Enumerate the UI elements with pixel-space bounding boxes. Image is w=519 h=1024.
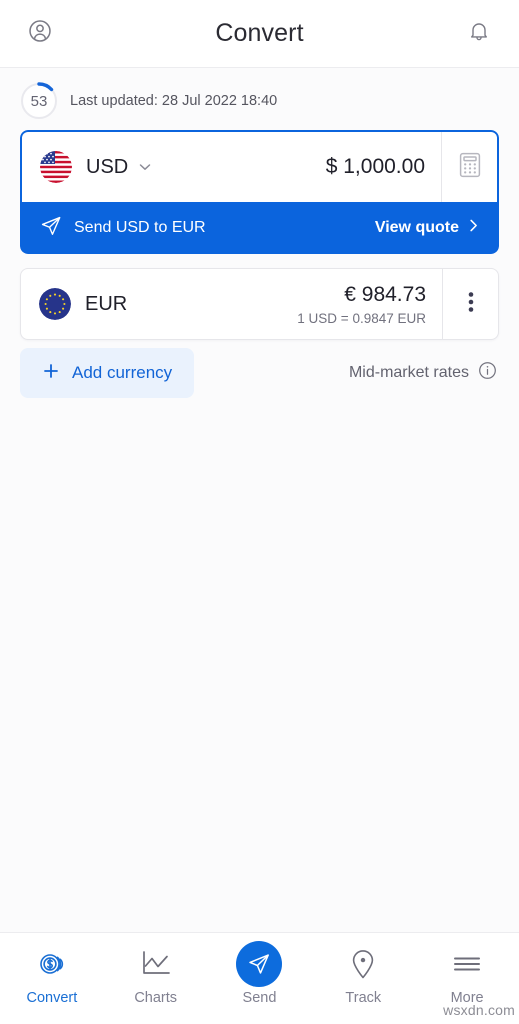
nav-label-send: Send (242, 990, 277, 1006)
refresh-countdown: 53 (20, 82, 58, 120)
send-banner-label: Send USD to EUR (74, 219, 206, 236)
source-amount[interactable]: $ 1,000.00 (326, 155, 425, 179)
send-banner-left: Send USD to EUR (40, 215, 206, 242)
target-more-button[interactable] (442, 269, 498, 339)
add-currency-button[interactable]: Add currency (20, 348, 195, 398)
nav-item-send[interactable]: Send (208, 941, 312, 1006)
calculator-button[interactable] (441, 132, 497, 202)
convert-screen: Convert 53 Last updated: 28 Jul 2022 18:… (0, 0, 519, 1024)
account-circle-icon (27, 18, 53, 49)
last-updated-row: 53 Last updated: 28 Jul 2022 18:40 (0, 68, 519, 130)
watermark: wsxdn.com (443, 1002, 515, 1018)
notifications-button[interactable] (459, 14, 499, 54)
target-amount[interactable]: € 984.73 (344, 283, 426, 307)
bell-icon (467, 19, 491, 48)
nav-item-convert[interactable]: Convert (0, 945, 104, 1006)
conversion-rate: 1 USD = 0.9847 EUR (297, 310, 426, 326)
plus-icon (42, 362, 60, 385)
target-amount-wrap[interactable]: € 984.73 1 USD = 0.9847 EUR (297, 269, 442, 339)
mid-market-rates-info[interactable]: Mid-market rates (349, 361, 499, 385)
page-title: Convert (215, 19, 304, 47)
source-currency-code: USD (86, 155, 129, 178)
send-banner[interactable]: Send USD to EUR View quote (20, 202, 499, 254)
mid-market-rates-label: Mid-market rates (348, 364, 469, 381)
add-currency-label: Add currency (72, 363, 173, 382)
more-vertical-icon (468, 290, 474, 319)
nav-label-convert: Convert (26, 990, 78, 1006)
target-currency-selector[interactable]: EUR (21, 269, 297, 339)
info-circle-icon[interactable] (478, 361, 497, 385)
send-plane-icon (236, 941, 283, 987)
source-currency-selector[interactable]: USD (22, 132, 326, 202)
view-quote-label: View quote (374, 219, 459, 236)
line-chart-icon (140, 945, 172, 983)
us-flag-icon (40, 151, 72, 183)
chevron-right-icon (466, 218, 481, 238)
nav-label-charts: Charts (134, 990, 178, 1006)
actions-row: Add currency Mid-market rates (0, 340, 519, 398)
currency-cards: USD $ 1,000.00 Send USD to EUR View quot… (0, 130, 519, 340)
location-pin-icon (350, 945, 376, 983)
send-plane-icon (40, 215, 62, 242)
view-quote-button[interactable]: View quote (375, 218, 481, 238)
nav-label-track: Track (345, 990, 382, 1006)
nav-item-charts[interactable]: Charts (104, 945, 208, 1006)
chevron-down-icon[interactable] (137, 159, 153, 175)
send-fab[interactable] (236, 941, 283, 987)
bottom-navigation: Convert Charts Send Track More wsxdn.com (0, 932, 519, 1024)
source-card-group: USD $ 1,000.00 Send USD to EUR View quot… (20, 130, 499, 254)
app-header: Convert (0, 0, 519, 68)
source-currency-row[interactable]: USD $ 1,000.00 (20, 130, 499, 202)
countdown-value: 53 (30, 92, 48, 110)
eu-flag-icon (39, 288, 71, 320)
nav-item-more[interactable]: More (415, 945, 519, 1006)
target-currency-row[interactable]: EUR € 984.73 1 USD = 0.9847 EUR (20, 268, 499, 340)
profile-button[interactable] (20, 14, 60, 54)
hamburger-menu-icon (452, 945, 482, 983)
target-currency-code: EUR (85, 292, 128, 315)
nav-item-track[interactable]: Track (311, 945, 415, 1006)
last-updated-text: Last updated: 28 Jul 2022 18:40 (70, 93, 278, 109)
calculator-icon (459, 152, 481, 183)
coin-dollar-icon (35, 945, 69, 983)
source-amount-wrap[interactable]: $ 1,000.00 (326, 132, 441, 202)
